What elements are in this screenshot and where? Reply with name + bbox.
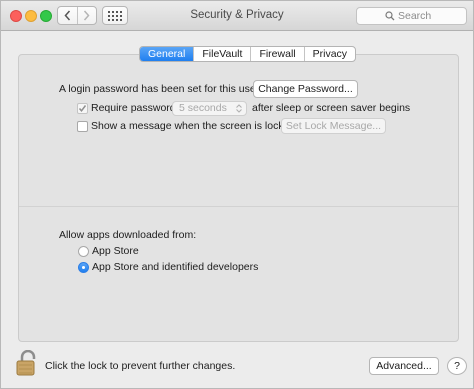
help-button[interactable]: ? (447, 357, 467, 375)
tab-bar: General FileVault Firewall Privacy (139, 46, 357, 62)
general-panel (18, 54, 459, 342)
login-password-text: A login password has been set for this u… (59, 83, 260, 95)
lock-button[interactable] (16, 349, 40, 379)
radio-app-store-identified[interactable] (78, 262, 89, 273)
require-password-label: Require password (91, 102, 176, 114)
search-input[interactable] (398, 9, 464, 23)
checkmark-icon (78, 105, 87, 112)
search-icon (385, 11, 395, 21)
preferences-window: Security & Privacy General FileVault Fir… (0, 0, 474, 389)
show-message-label: Show a message when the screen is locked (91, 120, 296, 132)
require-password-delay-select[interactable]: 5 seconds (172, 101, 247, 116)
lock-icon (16, 349, 36, 376)
radio-app-store[interactable] (78, 246, 89, 257)
set-lock-message-button[interactable]: Set Lock Message... (281, 118, 386, 134)
search-field[interactable] (356, 7, 467, 25)
section-divider (19, 206, 458, 207)
require-password-checkbox[interactable] (77, 103, 88, 114)
show-message-checkbox[interactable] (77, 121, 88, 132)
tab-filevault[interactable]: FileVault (193, 47, 250, 61)
tab-general[interactable]: General (140, 47, 194, 61)
change-password-button[interactable]: Change Password... (253, 80, 358, 98)
tab-firewall[interactable]: Firewall (250, 47, 303, 61)
radio-app-store-label: App Store (92, 245, 139, 257)
lock-message: Click the lock to prevent further change… (45, 360, 236, 372)
require-password-delay-value: 5 seconds (179, 102, 227, 114)
allow-apps-heading: Allow apps downloaded from: (59, 229, 197, 241)
title-bar: Security & Privacy (1, 1, 473, 31)
tab-privacy[interactable]: Privacy (303, 47, 355, 61)
require-password-suffix: after sleep or screen saver begins (252, 102, 411, 114)
advanced-button[interactable]: Advanced... (369, 357, 439, 375)
popup-arrows-icon (236, 104, 242, 113)
radio-app-store-identified-label: App Store and identified developers (92, 261, 259, 273)
